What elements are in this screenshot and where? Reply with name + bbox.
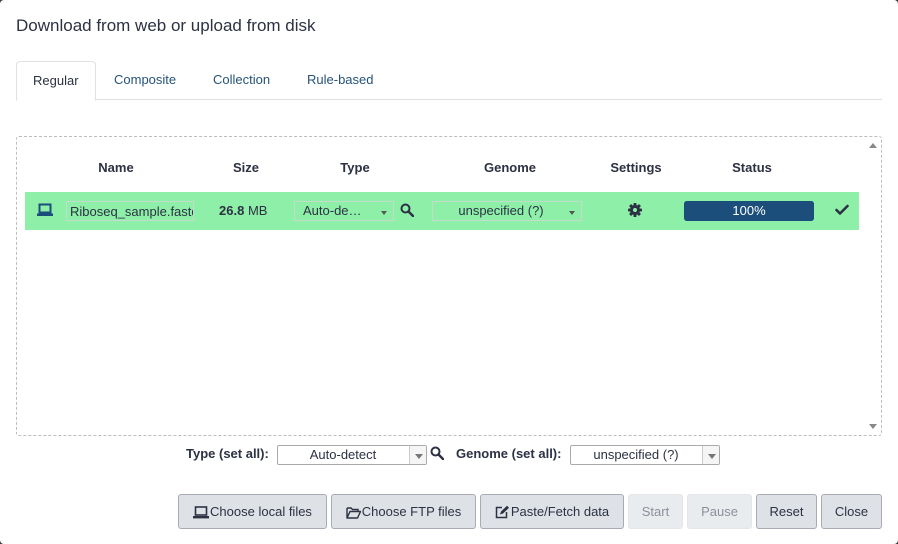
start-button[interactable]: Start xyxy=(628,494,683,529)
dialog-title: Download from web or upload from disk xyxy=(16,16,316,35)
chevron-down-icon xyxy=(702,446,719,464)
gear-icon[interactable] xyxy=(628,203,642,222)
type-set-all-label: Type (set all): xyxy=(186,446,269,461)
tab-regular[interactable]: Regular xyxy=(16,61,96,101)
scroll-up-icon[interactable] xyxy=(869,143,877,148)
type-set-all-select[interactable]: Auto-detect xyxy=(277,445,427,465)
genome-set-all-value: unspecified (?) xyxy=(593,447,679,462)
file-size-value: 26.8 xyxy=(219,203,245,218)
upload-dialog: Download from web or upload from disk Re… xyxy=(0,0,898,544)
tab-composite[interactable]: Composite xyxy=(98,61,192,100)
header-genome: Genome xyxy=(483,160,537,175)
tab-collection[interactable]: Collection xyxy=(197,61,286,100)
edit-icon xyxy=(495,505,509,519)
genome-set-all-select[interactable]: unspecified (?) xyxy=(570,445,720,465)
header-type: Type xyxy=(340,160,370,175)
header-name: Name xyxy=(98,160,134,175)
file-type-value: Auto-de… xyxy=(303,203,362,218)
folder-open-icon xyxy=(346,507,361,519)
file-size-unit: MB xyxy=(247,203,268,218)
file-name-input[interactable]: Riboseq_sample.fastq xyxy=(66,201,194,221)
header-status: Status xyxy=(732,160,772,175)
scroll-down-icon[interactable] xyxy=(869,424,877,429)
search-icon[interactable] xyxy=(400,203,415,222)
choose-ftp-files-label: Choose FTP files xyxy=(361,504,462,519)
reset-button[interactable]: Reset xyxy=(756,494,817,529)
file-size: 26.8 MB xyxy=(219,203,267,218)
header-size: Size xyxy=(232,160,260,175)
genome-set-all-label: Genome (set all): xyxy=(456,446,562,461)
search-icon[interactable] xyxy=(430,446,445,465)
type-set-all-value: Auto-detect xyxy=(309,447,377,462)
check-icon xyxy=(835,203,849,221)
chevron-down-icon xyxy=(381,211,387,215)
genome-value: unspecified (?) xyxy=(458,203,544,218)
upload-progress-bar: 100% xyxy=(684,201,814,221)
upload-tabs: Regular Composite Collection Rule-based xyxy=(16,61,882,101)
paste-fetch-data-button[interactable]: Paste/Fetch data xyxy=(480,494,624,529)
file-type-select[interactable]: Auto-de… xyxy=(294,201,394,221)
genome-select[interactable]: unspecified (?) xyxy=(432,201,582,221)
paste-fetch-data-label: Paste/Fetch data xyxy=(510,504,610,519)
choose-local-files-button[interactable]: Choose local files xyxy=(178,494,327,529)
tab-rule-based[interactable]: Rule-based xyxy=(291,61,390,100)
scrollbar[interactable] xyxy=(866,137,881,435)
choose-ftp-files-button[interactable]: Choose FTP files xyxy=(331,494,476,529)
upload-drop-zone[interactable]: Name Size Type Genome Settings Status Ri… xyxy=(16,136,882,436)
header-settings: Settings xyxy=(610,160,662,175)
chevron-down-icon xyxy=(409,446,426,464)
pause-button[interactable]: Pause xyxy=(687,494,752,529)
choose-local-files-label: Choose local files xyxy=(210,504,312,519)
close-button[interactable]: Close xyxy=(821,494,882,529)
laptop-icon xyxy=(37,203,53,222)
progress-label: 100% xyxy=(732,203,766,218)
laptop-icon xyxy=(193,506,210,519)
table-row: Riboseq_sample.fastq 26.8 MB Auto-de… un… xyxy=(25,192,859,230)
chevron-down-icon xyxy=(569,211,575,215)
